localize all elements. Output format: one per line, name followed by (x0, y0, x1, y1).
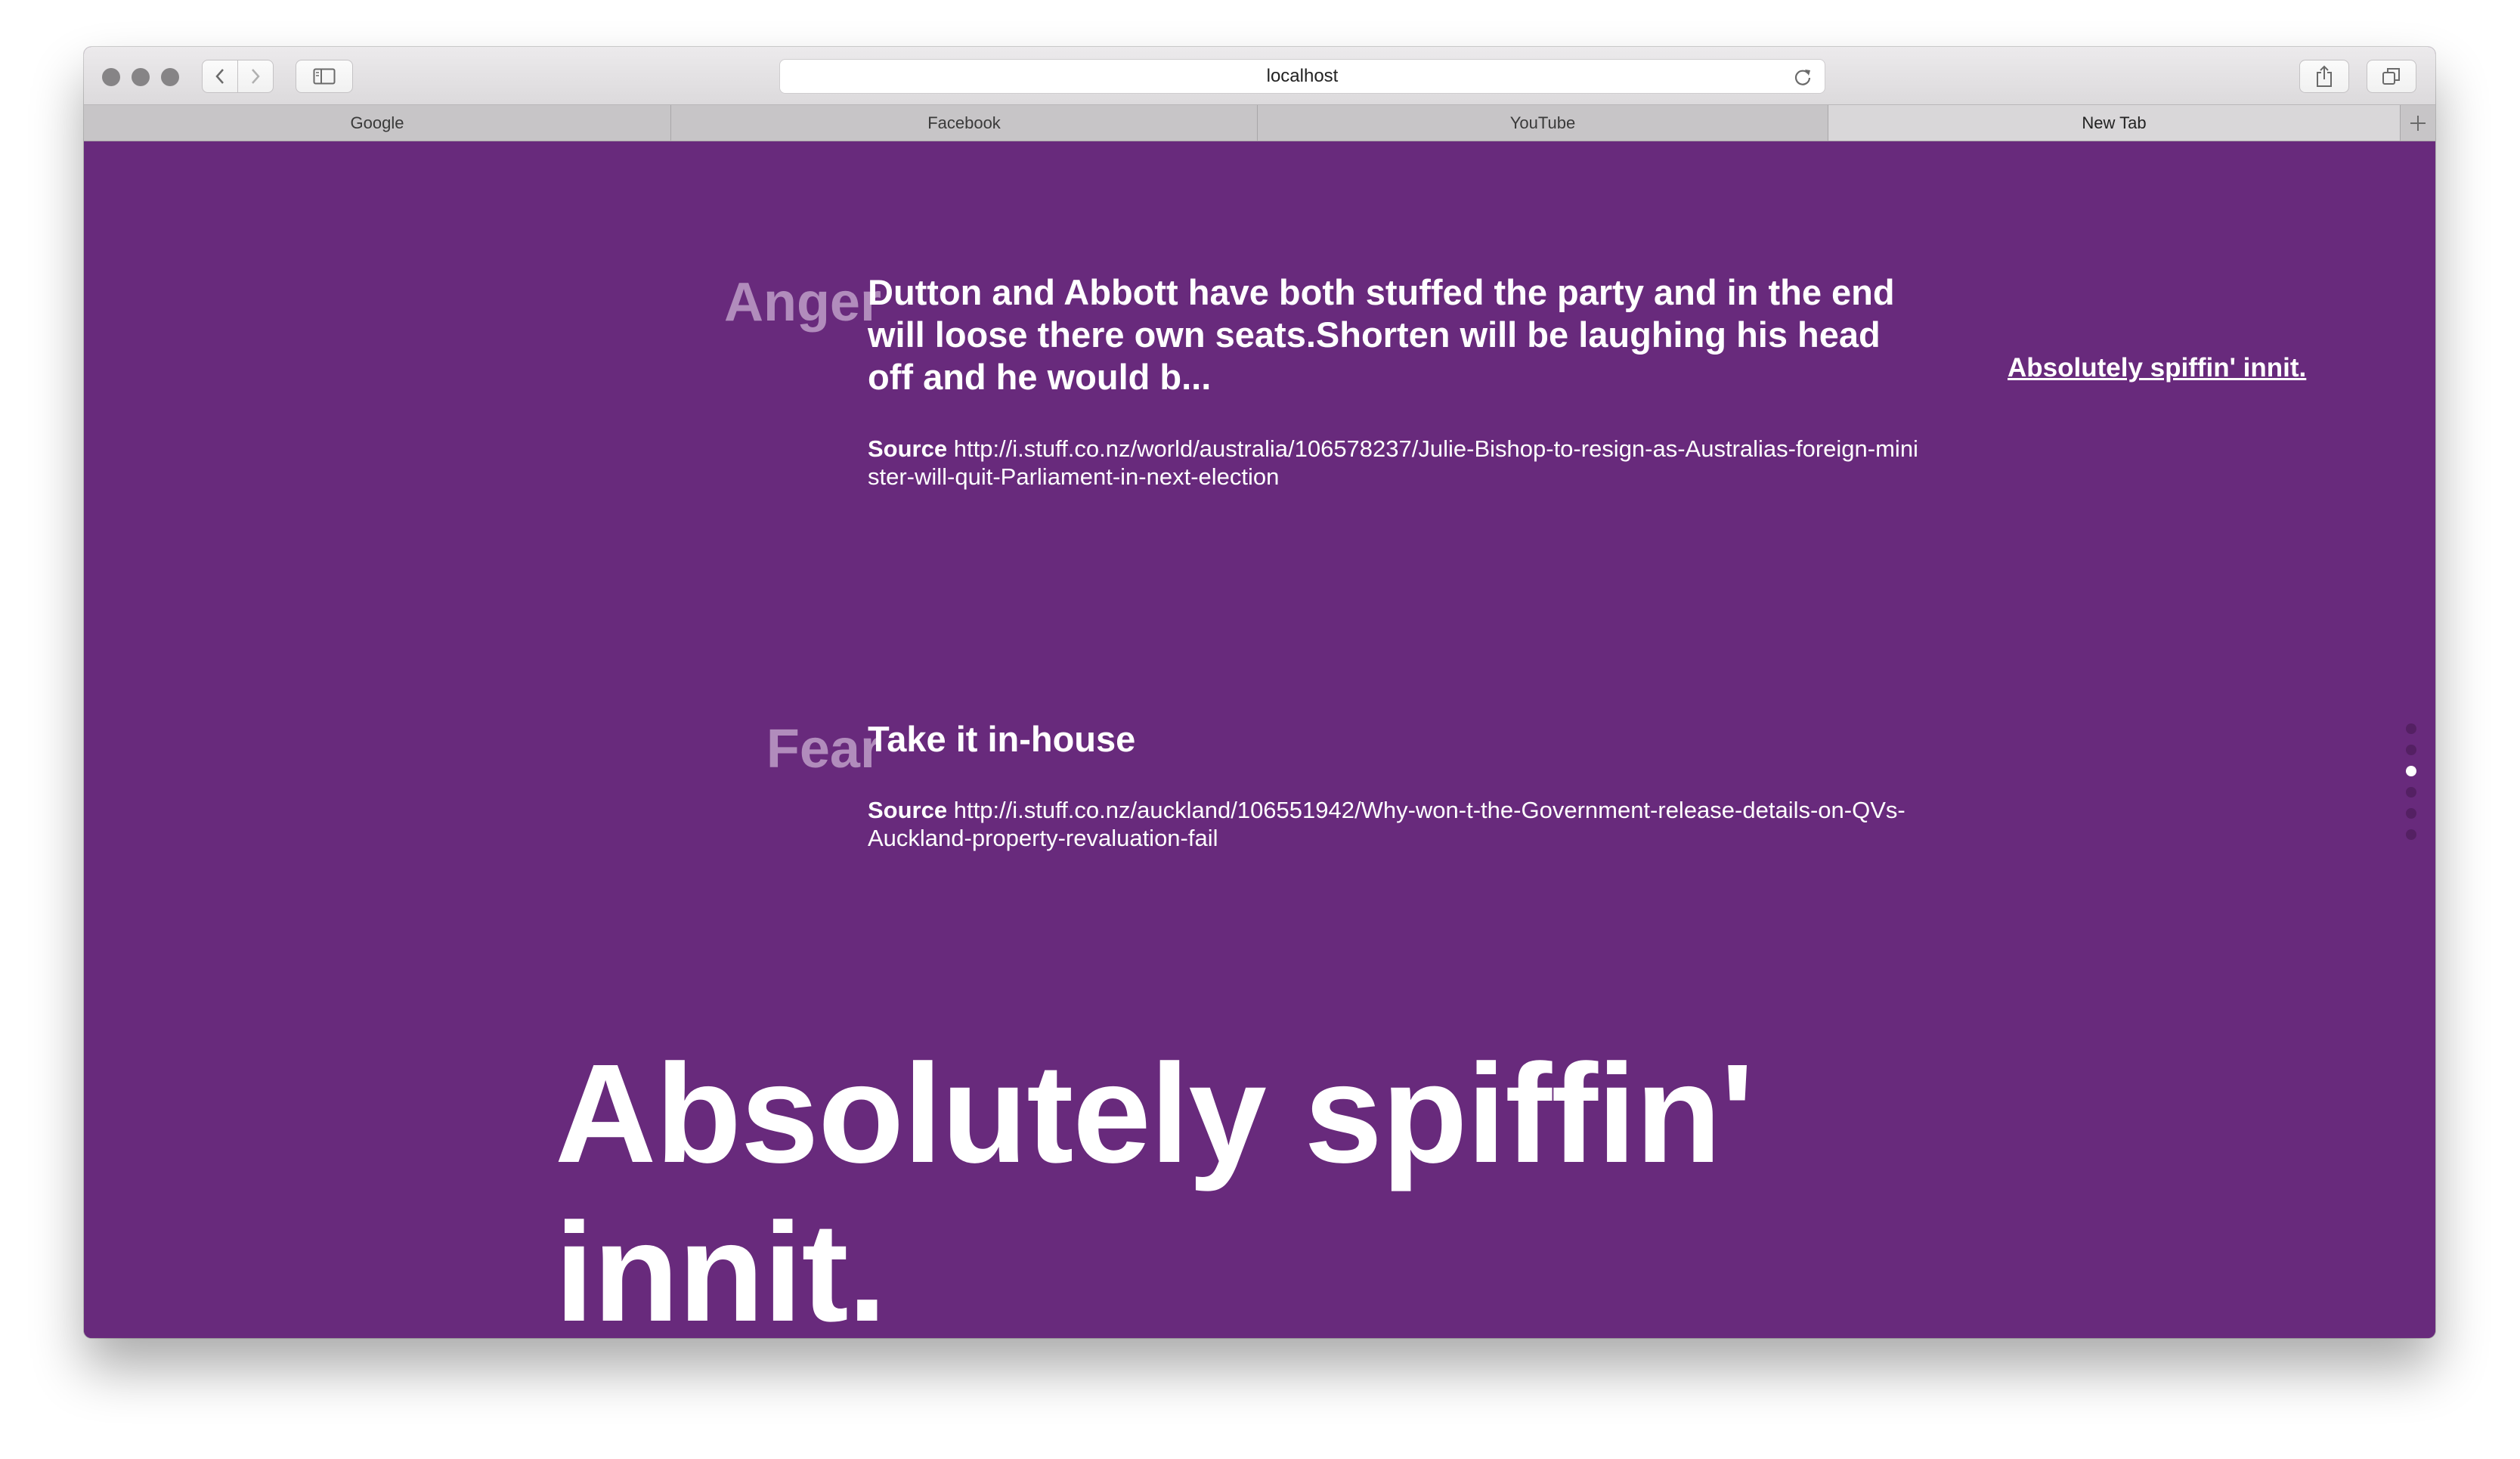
chevron-left-icon (215, 69, 224, 84)
back-button[interactable] (202, 60, 238, 93)
browser-window: localhost Google Facebook YouTube New Ta… (84, 47, 2435, 1338)
pagination-dot-active[interactable] (2406, 766, 2416, 776)
sidebar-icon (313, 68, 336, 85)
share-icon (2317, 65, 2332, 87)
close-window-button[interactable] (102, 68, 120, 86)
tabs-overview-button[interactable] (2367, 60, 2416, 93)
reload-icon[interactable] (1793, 67, 1813, 87)
source-line: Source http://i.stuff.co.nz/world/austra… (868, 435, 1918, 491)
source-url: http://i.stuff.co.nz/world/australia/106… (868, 435, 1918, 490)
pagination-dot[interactable] (2406, 723, 2416, 734)
pagination-dot[interactable] (2406, 808, 2416, 819)
pagination-dot[interactable] (2406, 745, 2416, 755)
pagination-dot[interactable] (2406, 787, 2416, 798)
emotion-label: Anger (723, 272, 881, 333)
web-page: Anger Dutton and Abbott have both stuffe… (84, 141, 2435, 1338)
pagination-dot[interactable] (2406, 829, 2416, 840)
source-url: http://i.stuff.co.nz/auckland/106551942/… (868, 797, 1905, 851)
minimize-window-button[interactable] (132, 68, 150, 86)
forward-button[interactable] (237, 60, 274, 93)
address-text: localhost (1266, 66, 1339, 86)
plus-icon (2410, 116, 2426, 131)
source-label: Source (868, 435, 948, 462)
tabs-icon (2382, 68, 2400, 85)
share-button[interactable] (2299, 60, 2349, 93)
tab-strip: Google Facebook YouTube New Tab (84, 105, 2435, 141)
side-link[interactable]: Absolutely spiffin' innit. (2008, 353, 2306, 383)
source-line: Source http://i.stuff.co.nz/auckland/106… (868, 796, 1918, 852)
hero-title: Absolutely spiffin' innit. (555, 1036, 1754, 1338)
chevron-right-icon (252, 69, 260, 84)
emotion-label: Fear (766, 719, 881, 779)
headline: Take it in-house (868, 719, 1136, 759)
tab-facebook[interactable]: Facebook (671, 105, 1258, 141)
headline: Dutton and Abbott have both stuffed the … (868, 272, 1895, 397)
tab-new-tab[interactable]: New Tab (1828, 105, 2401, 141)
sidebar-toggle-button[interactable] (296, 60, 353, 93)
tab-google[interactable]: Google (84, 105, 671, 141)
address-bar[interactable]: localhost (779, 59, 1825, 94)
zoom-window-button[interactable] (161, 68, 179, 86)
section-pagination (2406, 723, 2418, 850)
new-tab-button[interactable] (2401, 105, 2435, 141)
source-label: Source (868, 797, 948, 823)
browser-toolbar: localhost (84, 47, 2435, 105)
tab-youtube[interactable]: YouTube (1258, 105, 1828, 141)
